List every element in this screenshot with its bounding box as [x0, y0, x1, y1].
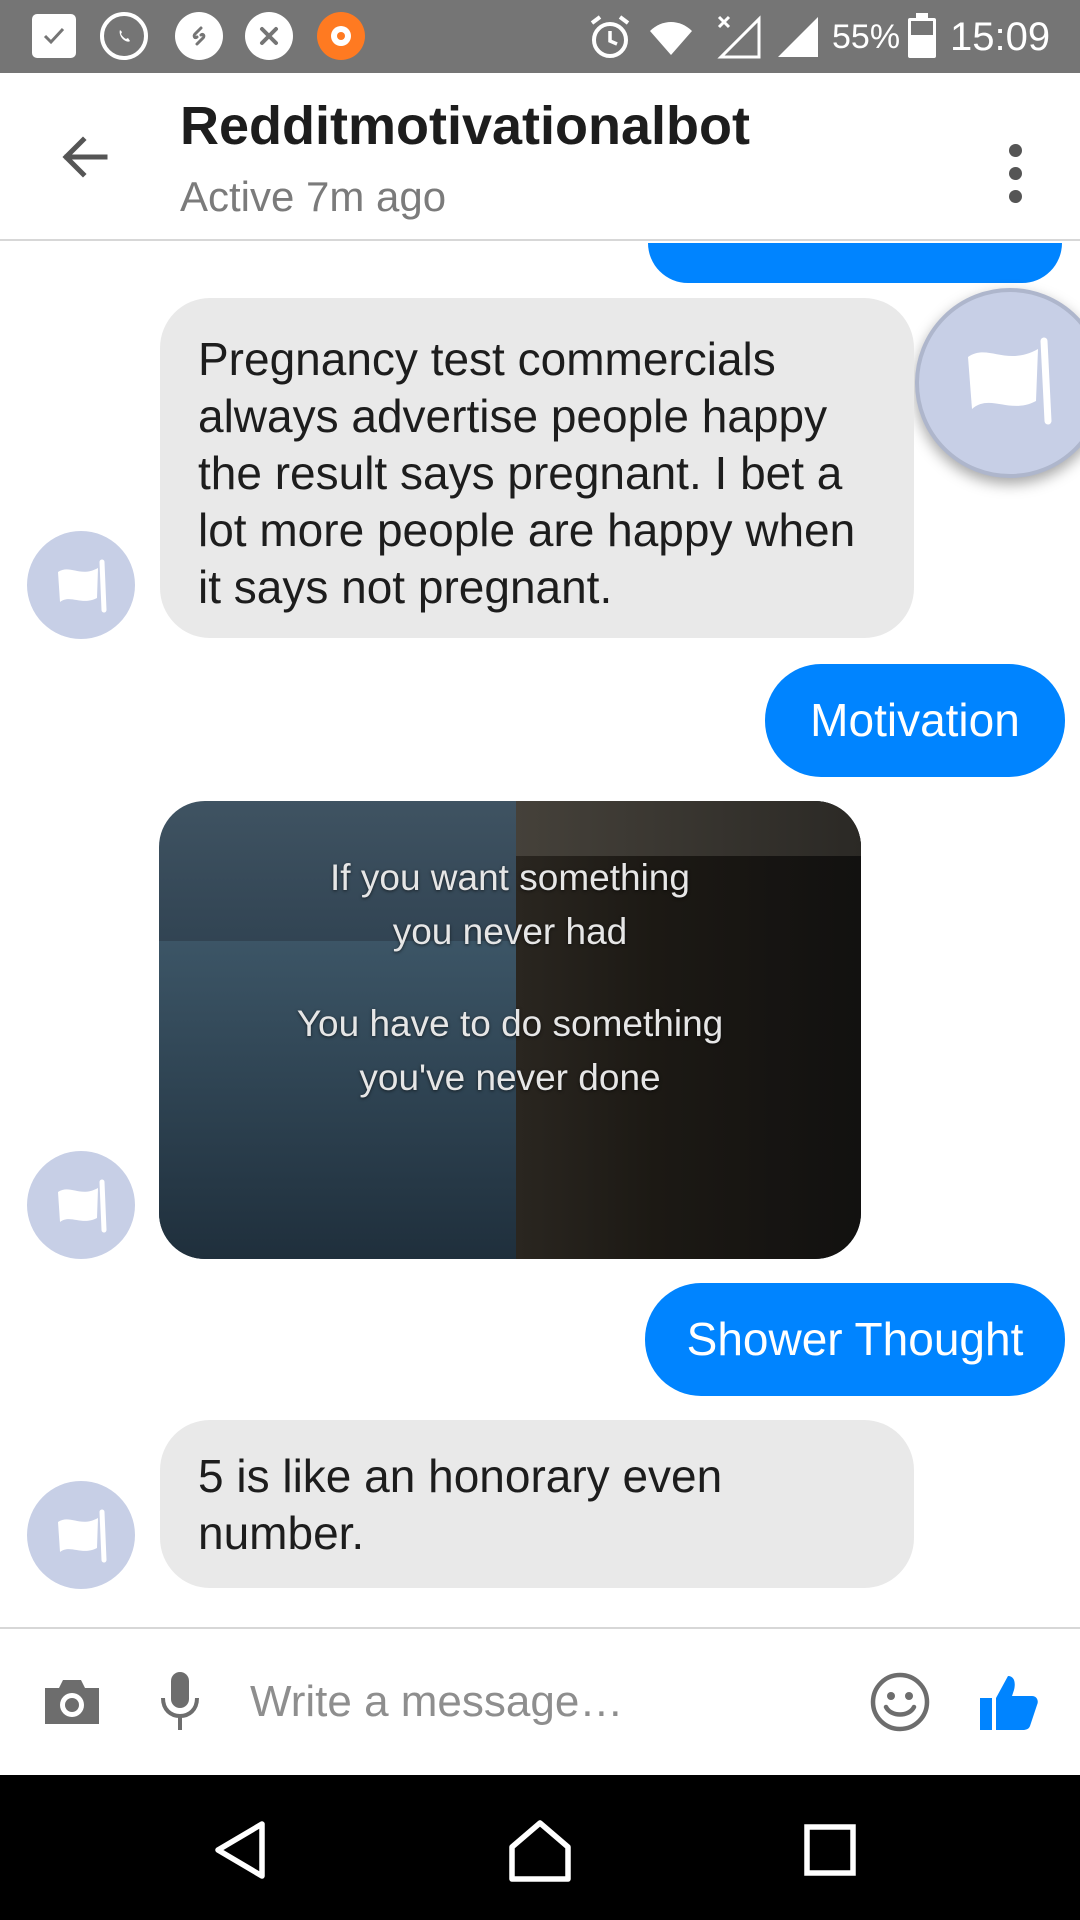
microphone-button[interactable] [143, 1665, 217, 1739]
shazam-icon [175, 12, 223, 60]
recent-apps-icon [804, 1824, 856, 1876]
flag-icon [58, 1509, 107, 1563]
outgoing-message[interactable]: Shower Thought [645, 1283, 1065, 1396]
back-button[interactable] [45, 117, 125, 197]
arrow-left-icon [62, 136, 108, 178]
nav-home-button[interactable] [495, 1805, 585, 1895]
more-vertical-icon [1008, 143, 1022, 157]
bot-avatar [27, 1151, 135, 1259]
thumbs-up-icon [980, 1676, 1038, 1730]
flag-icon [968, 337, 1052, 425]
bot-avatar [27, 1481, 135, 1589]
battery-percent: 55% [832, 17, 901, 56]
whatsapp-icon [100, 12, 148, 60]
bot-avatar [27, 531, 135, 639]
flag-icon [58, 559, 107, 613]
message-composer [0, 1627, 1080, 1773]
signal-icon [774, 10, 820, 64]
outgoing-message[interactable]: Motivation [765, 664, 1065, 777]
incoming-message[interactable]: Pregnancy test commercials always advert… [160, 298, 914, 638]
status-bar: 55% 15:09 [0, 0, 1080, 73]
camera-icon [45, 1680, 99, 1724]
wifi-icon [648, 10, 694, 64]
nav-recent-apps-button[interactable] [785, 1805, 875, 1895]
incoming-message[interactable]: 5 is like an honorary even number. [160, 1420, 914, 1588]
check-icon [32, 14, 76, 58]
active-status: Active 7m ago [180, 173, 447, 220]
alarm-icon [588, 10, 632, 64]
microphone-icon [161, 1672, 199, 1730]
image-caption: If you want something you never had You … [296, 857, 724, 1098]
no-signal-icon [715, 10, 761, 64]
chat-head-avatar[interactable] [915, 288, 1080, 478]
emoji-button[interactable] [863, 1665, 937, 1739]
music-app-icon [317, 12, 365, 60]
home-icon [509, 1820, 571, 1882]
system-nav-bar [0, 1775, 1080, 1920]
flag-icon [58, 1179, 107, 1233]
chat-title[interactable]: Redditmotivationalbot [180, 95, 750, 157]
clock: 15:09 [950, 14, 1051, 59]
camera-button[interactable] [35, 1665, 109, 1739]
motivation-image[interactable]: If you want something you never had You … [159, 801, 861, 1259]
message-list[interactable]: Pregnancy test commercials always advert… [0, 243, 1080, 1627]
back-triangle-icon [215, 1821, 265, 1879]
chat-header: Redditmotivationalbot Active 7m ago [0, 73, 1080, 241]
like-button[interactable] [972, 1665, 1046, 1739]
x-app-icon [245, 12, 293, 60]
more-options-button[interactable] [990, 128, 1040, 218]
nav-back-button[interactable] [195, 1805, 285, 1895]
battery-icon [908, 13, 936, 58]
outgoing-message-partial[interactable] [648, 243, 1062, 283]
emoji-icon [870, 1672, 930, 1732]
message-input[interactable] [250, 1665, 840, 1739]
